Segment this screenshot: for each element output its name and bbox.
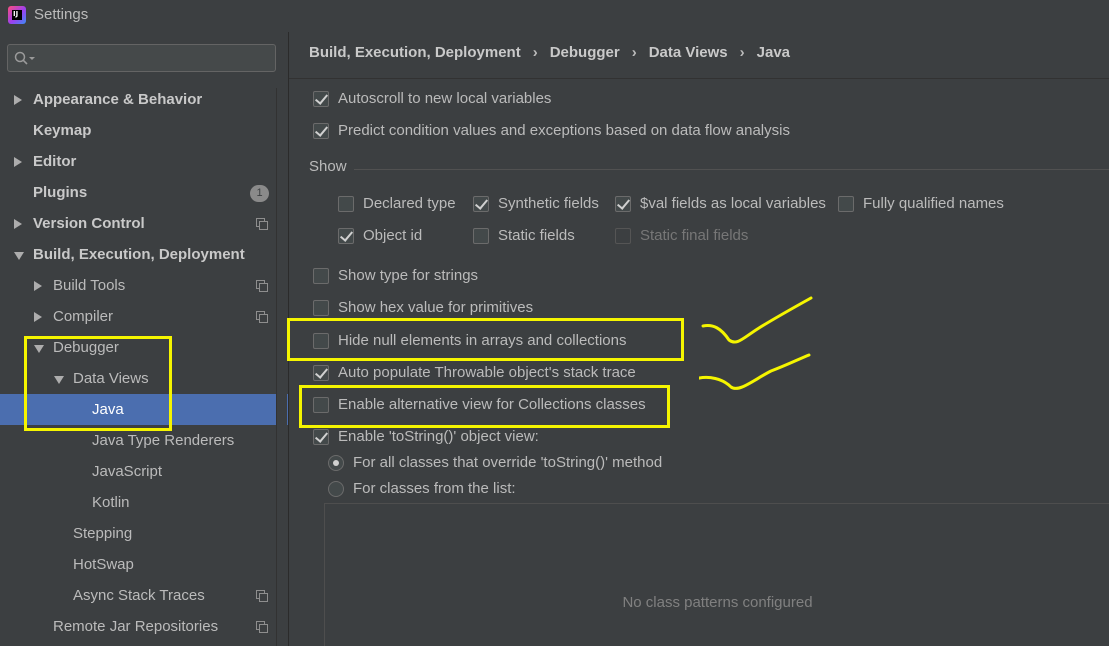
sidebar-item-version-control[interactable]: Version Control — [0, 208, 288, 239]
checkbox-label: Static fields — [498, 227, 575, 244]
header-divider — [289, 78, 1109, 79]
breadcrumb-separator-icon: › — [739, 44, 745, 61]
sidebar-item-label: Async Stack Traces — [73, 587, 205, 604]
sidebar-item-label: Editor — [33, 153, 77, 170]
show-section-title: Show — [309, 158, 347, 175]
class-patterns-list[interactable]: No class patterns configured — [324, 503, 1109, 646]
highlight-box-hide-null — [287, 318, 684, 361]
empty-list-message: No class patterns configured — [622, 594, 813, 611]
project-level-icon — [256, 311, 268, 323]
sidebar-item-editor[interactable]: Editor — [0, 146, 288, 177]
sidebar-item-appearance[interactable]: Appearance & Behavior — [0, 84, 288, 115]
title-bar: IJ Settings — [0, 0, 1109, 32]
sidebar-item-remote-jar-repositories[interactable]: Remote Jar Repositories — [0, 611, 288, 642]
checkbox-box[interactable] — [313, 123, 329, 139]
checkbox-label: Enable 'toString()' object view: — [338, 428, 539, 445]
sidebar-item-build-execution-deployment[interactable]: Build, Execution, Deployment — [0, 239, 288, 270]
breadcrumb: Build, Execution, Deployment › Debugger › Da… — [309, 44, 790, 61]
expand-arrow-icon[interactable] — [34, 281, 42, 291]
breadcrumb-separator-icon: › — [532, 44, 538, 61]
project-level-icon — [256, 280, 268, 292]
radio-button[interactable] — [328, 481, 344, 497]
expand-arrow-icon[interactable] — [34, 312, 42, 322]
checkbox-label: Predict condition values and exceptions … — [338, 122, 790, 139]
checkbox-box[interactable] — [473, 228, 489, 244]
checkbox-label: Object id — [363, 227, 423, 244]
checkbox-box[interactable] — [473, 196, 489, 212]
checkbox-label: Static final fields — [640, 227, 749, 244]
breadcrumb-item: Debugger — [549, 44, 620, 61]
breadcrumb-item: Data Views — [648, 44, 728, 61]
intellij-app-icon: IJ — [8, 6, 26, 24]
checkbox-box[interactable] — [838, 196, 854, 212]
sidebar-item-kotlin[interactable]: Kotlin — [0, 487, 288, 518]
settings-content-panel: Build, Execution, Deployment › Debugger › Da… — [287, 32, 1109, 646]
highlight-box-debugger-tree — [24, 336, 172, 431]
radio-label: For all classes that override 'toString(… — [353, 454, 663, 471]
checkbox-label: Fully qualified names — [863, 195, 1004, 212]
checkbox-label: Autoscroll to new local variables — [338, 90, 552, 107]
checkbox-label: Show hex value for primitives — [338, 299, 534, 316]
checkbox-label: Auto populate Throwable object's stack t… — [338, 364, 636, 381]
radio-button[interactable] — [328, 455, 344, 471]
sidebar-item-build-tools[interactable]: Build Tools — [0, 270, 288, 301]
sidebar-item-label: Plugins — [33, 184, 88, 201]
sidebar-item-label: HotSwap — [73, 556, 134, 573]
expand-arrow-icon[interactable] — [14, 157, 22, 167]
checkbox-box — [615, 228, 631, 244]
sidebar-item-label: Compiler — [53, 308, 114, 325]
sidebar-item-label: JavaScript — [92, 463, 163, 480]
section-divider — [354, 169, 1109, 170]
sidebar-item-label: Stepping — [73, 525, 133, 542]
sidebar-item-label: Kotlin — [92, 494, 130, 511]
checkbox-box[interactable] — [338, 228, 354, 244]
breadcrumb-item: Build, Execution, Deployment — [309, 44, 521, 61]
checkbox-box[interactable] — [313, 91, 329, 107]
sidebar-item-label: Build Tools — [53, 277, 126, 294]
sidebar-item-label: Remote Jar Repositories — [53, 618, 219, 635]
checkbox-box[interactable] — [313, 300, 329, 316]
breadcrumb-separator-icon: › — [631, 44, 637, 61]
sidebar-item-label: Appearance & Behavior — [33, 91, 203, 108]
breadcrumb-item: Java — [756, 44, 791, 61]
sidebar-item-stepping[interactable]: Stepping — [0, 518, 288, 549]
checkbox-label: Synthetic fields — [498, 195, 599, 212]
collapse-arrow-icon[interactable] — [14, 252, 24, 260]
search-icon — [14, 51, 35, 65]
sidebar-item-hotswap[interactable]: HotSwap — [0, 549, 288, 580]
checkbox-label: Show type for strings — [338, 267, 479, 284]
sidebar-item-label: Build, Execution, Deployment — [33, 246, 245, 263]
sidebar-item-keymap[interactable]: Keymap — [0, 115, 288, 146]
sidebar-item-plugins[interactable]: Plugins 1 — [0, 177, 288, 208]
sidebar-item-label: Keymap — [33, 122, 92, 139]
checkbox-box[interactable] — [313, 365, 329, 381]
sidebar-item-compiler[interactable]: Compiler — [0, 301, 288, 332]
project-level-icon — [256, 590, 268, 602]
radio-label: For classes from the list: — [353, 480, 516, 497]
highlight-box-alt-view — [299, 385, 670, 428]
sidebar-item-label: Version Control — [33, 215, 145, 232]
plugins-update-badge: 1 — [250, 185, 269, 202]
settings-search-input[interactable] — [7, 44, 276, 72]
checkbox-box[interactable] — [615, 196, 631, 212]
sidebar-item-async-stack-traces[interactable]: Async Stack Traces — [0, 580, 288, 611]
checkbox-label: $val fields as local variables — [640, 195, 826, 212]
checkbox-label: Declared type — [363, 195, 456, 212]
expand-arrow-icon[interactable] — [14, 219, 22, 229]
expand-arrow-icon[interactable] — [14, 95, 22, 105]
sidebar-scrollbar[interactable] — [276, 88, 287, 646]
project-level-icon — [256, 621, 268, 633]
sidebar-item-javascript[interactable]: JavaScript — [0, 456, 288, 487]
checkmark-annotation-icon — [699, 296, 813, 390]
window-title: Settings — [34, 6, 89, 23]
checkbox-box[interactable] — [313, 268, 329, 284]
project-level-icon — [256, 218, 268, 230]
checkbox-box[interactable] — [338, 196, 354, 212]
checkbox-box[interactable] — [313, 429, 329, 445]
